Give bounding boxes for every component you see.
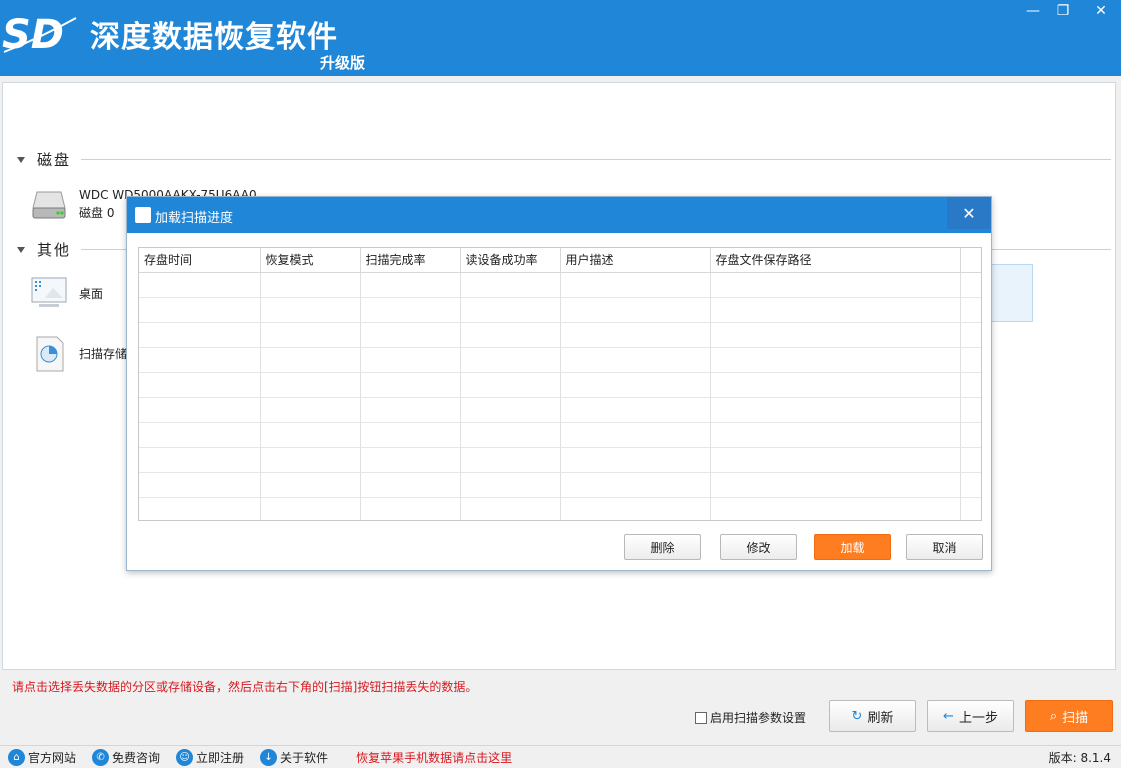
dialog-title: 加载扫描进度 [155,211,234,226]
table-row[interactable] [139,347,981,373]
table-row[interactable] [139,297,981,323]
desktop-label: 桌面 [79,287,104,301]
checkbox-box[interactable] [695,711,707,724]
table-row[interactable] [139,372,981,398]
free-consult-link[interactable]: ✆ 免费咨询 [92,748,161,766]
refresh-icon: ↻ [851,708,863,724]
scan-label: 扫描 [1062,710,1089,726]
app-subtitle: 升级版 [320,54,366,72]
home-icon: ⌂ [8,748,25,766]
other-item-desktop[interactable]: 桌面 [29,274,103,314]
section-disk-label: 磁盘 [37,151,72,169]
about-label: 关于软件 [280,750,329,765]
app-title: 深度数据恢复软件 [90,20,338,55]
checkbox-label: 启用扫描参数设置 [710,711,807,725]
scan-progress-table[interactable]: 存盘时间 恢复模式 扫描完成率 读设备成功率 用户描述 存盘文件保存路径 [138,247,982,521]
hard-disk-icon [32,191,66,219]
app-logo: SD [2,12,77,58]
column-header[interactable]: 存盘文件保存路径 [710,248,961,273]
collapse-triangle-icon [17,246,25,253]
table-row[interactable] [139,497,981,520]
dialog-titlebar: 加载扫描进度 ✕ [127,197,991,233]
iphone-recovery-link[interactable]: 恢复苹果手机数据请点击这里 [356,749,512,766]
minimize-button[interactable]: — [1018,0,1048,22]
table-row[interactable] [139,397,981,423]
enable-scan-params-checkbox[interactable]: 启用扫描参数设置 [695,709,806,726]
load-scan-progress-dialog: 加载扫描进度 ✕ 存盘时间 恢复模式 扫描完成率 读设备成功率 用户描述 存盘文… [126,196,992,571]
selection-highlight [991,264,1033,322]
column-header[interactable]: 读设备成功率 [460,248,561,273]
refresh-label: 刷新 [867,710,894,726]
cancel-button[interactable]: 取消 [906,534,983,560]
column-header[interactable]: 扫描完成率 [360,248,461,273]
modify-button[interactable]: 修改 [720,534,797,560]
register-icon: ☺ [176,748,194,766]
section-other-label: 其他 [37,241,72,259]
app-small-icon [135,207,151,223]
restore-button[interactable]: ❐ [1048,0,1078,22]
register-label: 立即注册 [196,750,245,765]
chat-icon: ✆ [92,748,110,766]
about-link[interactable]: ↓ 关于软件 [260,748,329,766]
other-item-scan-storage[interactable]: 扫描存储 [29,334,127,374]
table-row[interactable] [139,272,981,298]
column-header[interactable]: 用户描述 [560,248,711,273]
search-icon: ⌕ [1049,708,1058,724]
delete-button[interactable]: 删除 [624,534,701,560]
column-header-filler [960,248,981,273]
section-disk[interactable]: 磁盘 [17,149,1111,170]
official-site-label: 官方网站 [28,750,77,765]
scan-storage-icon [36,336,64,372]
instruction-hint: 请点击选择丢失数据的分区或存储设备，然后点击右下角的[扫描]按钮扫描丢失的数据。 [12,680,478,694]
arrow-left-icon: ← [943,708,954,724]
table-row[interactable] [139,472,981,498]
dialog-close-button[interactable]: ✕ [947,197,991,229]
desktop-icon [31,277,67,307]
free-consult-label: 免费咨询 [112,750,161,765]
official-site-link[interactable]: ⌂ 官方网站 [8,748,77,766]
scan-button[interactable]: ⌕ 扫描 [1025,700,1113,732]
status-bar: ⌂ 官方网站 ✆ 免费咨询 ☺ 立即注册 ↓ 关于软件 恢复苹果手机数据请点击这… [0,745,1121,768]
section-divider [81,159,1111,160]
table-header-row: 存盘时间 恢复模式 扫描完成率 读设备成功率 用户描述 存盘文件保存路径 [139,248,981,273]
register-link[interactable]: ☺ 立即注册 [176,748,245,766]
title-bar: SD 深度数据恢复软件 升级版 — ❐ ✕ [0,0,1121,76]
collapse-triangle-icon [17,156,25,163]
prev-step-label: 上一步 [958,710,998,726]
refresh-button[interactable]: ↻ 刷新 [829,700,916,732]
load-button[interactable]: 加载 [814,534,891,560]
table-row[interactable] [139,322,981,348]
prev-step-button[interactable]: ← 上一步 [927,700,1014,732]
table-row[interactable] [139,422,981,448]
column-header[interactable]: 恢复模式 [260,248,361,273]
column-header[interactable]: 存盘时间 [139,248,261,273]
scan-storage-label: 扫描存储 [79,347,128,361]
version-label: 版本: 8.1.4 [1048,750,1111,765]
svg-text:SD: SD [2,12,64,58]
close-window-button[interactable]: ✕ [1086,0,1116,22]
info-icon: ↓ [260,748,278,766]
table-row[interactable] [139,447,981,473]
